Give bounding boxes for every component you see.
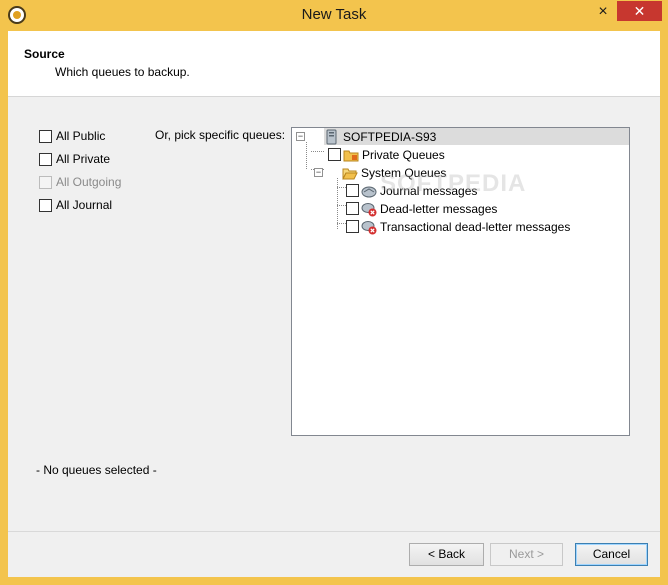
title-bar[interactable]: New Task × ✕ bbox=[0, 0, 668, 31]
transactional-dead-letter-checkbox[interactable] bbox=[346, 220, 359, 233]
wizard-header: Source Which queues to backup. bbox=[8, 31, 660, 97]
queue-icon bbox=[361, 186, 377, 197]
window-title: New Task bbox=[301, 6, 367, 23]
all-outgoing-checkbox bbox=[39, 175, 52, 189]
back-button[interactable]: < Back bbox=[409, 543, 484, 566]
tree-connector bbox=[337, 187, 346, 188]
all-journal-checkbox[interactable] bbox=[39, 198, 52, 212]
close-button[interactable]: ✕ bbox=[617, 1, 662, 21]
watermark: SOFTPEDIA bbox=[380, 170, 527, 197]
open-folder-icon bbox=[342, 168, 358, 179]
tree-connector bbox=[306, 142, 307, 169]
all-journal-option[interactable]: All Journal bbox=[39, 197, 112, 213]
all-public-label: All Public bbox=[56, 129, 106, 143]
journal-messages-checkbox[interactable] bbox=[346, 184, 359, 197]
page-title: Source bbox=[24, 47, 65, 61]
tree-node-label: Private Queues bbox=[362, 147, 445, 162]
collapse-root-toggle[interactable]: − bbox=[296, 132, 305, 141]
tree-connector bbox=[337, 178, 338, 229]
tree-node-label: Transactional dead-letter messages bbox=[380, 219, 571, 234]
server-icon bbox=[326, 129, 337, 144]
all-outgoing-label: All Outgoing bbox=[56, 175, 122, 189]
tree-connector bbox=[311, 151, 324, 152]
all-journal-label: All Journal bbox=[56, 198, 113, 212]
pick-queues-label: Or, pick specific queues: bbox=[155, 128, 286, 142]
dead-letter-queue-icon bbox=[361, 202, 377, 216]
all-private-option[interactable]: All Private bbox=[39, 151, 110, 167]
new-task-window: New Task × ✕ Source Which queues to back… bbox=[0, 0, 668, 585]
all-private-checkbox[interactable] bbox=[39, 152, 52, 166]
page-subtitle: Which queues to backup. bbox=[55, 65, 190, 79]
dead-letter-queue-icon bbox=[361, 220, 377, 234]
selection-status: - No queues selected - bbox=[36, 463, 157, 477]
private-queues-checkbox[interactable] bbox=[328, 148, 341, 161]
folder-icon bbox=[343, 150, 359, 161]
help-icon[interactable]: × bbox=[597, 2, 609, 22]
all-public-checkbox[interactable] bbox=[39, 129, 52, 143]
cancel-button[interactable]: Cancel bbox=[575, 543, 648, 566]
all-public-option[interactable]: All Public bbox=[39, 128, 105, 144]
all-outgoing-option: All Outgoing bbox=[39, 174, 121, 190]
tree-node-private-queues[interactable]: Private Queues bbox=[328, 146, 445, 163]
tree-node-root[interactable]: SOFTPEDIA-S93 bbox=[324, 128, 629, 145]
tree-node-transactional-dead-letter[interactable]: Transactional dead-letter messages bbox=[346, 218, 570, 235]
dead-letter-messages-checkbox[interactable] bbox=[346, 202, 359, 215]
next-button: Next > bbox=[490, 543, 563, 566]
tree-connector bbox=[337, 205, 346, 206]
tree-node-dead-letter-messages[interactable]: Dead-letter messages bbox=[346, 200, 497, 217]
dialog-body: Source Which queues to backup. All Publi… bbox=[8, 31, 660, 577]
footer-divider bbox=[8, 531, 660, 532]
tree-node-label: SOFTPEDIA-S93 bbox=[343, 129, 437, 144]
collapse-system-toggle[interactable]: − bbox=[314, 168, 323, 177]
tree-connector bbox=[337, 223, 346, 224]
tree-node-label: Dead-letter messages bbox=[380, 201, 498, 216]
all-private-label: All Private bbox=[56, 152, 111, 166]
